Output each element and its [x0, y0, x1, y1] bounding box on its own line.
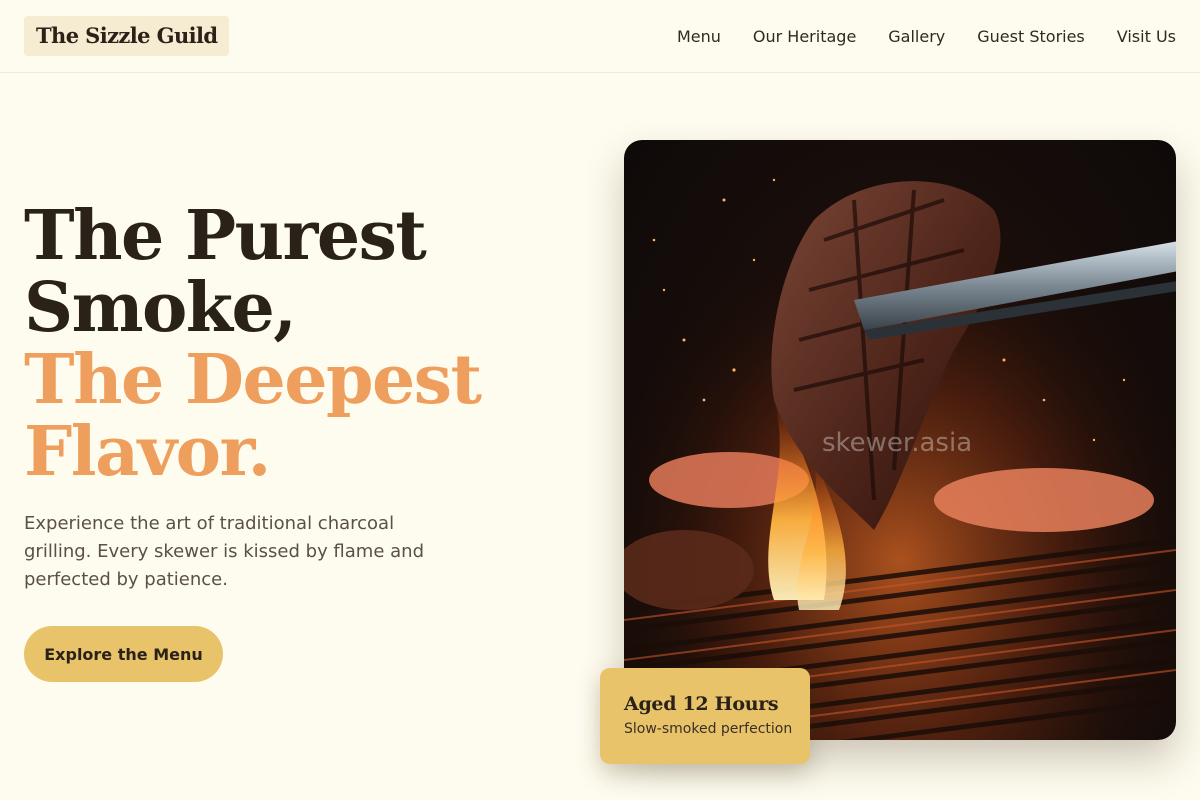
hero-subtitle: Experience the art of traditional charco… [24, 513, 424, 590]
nav-link-gallery[interactable]: Gallery [888, 27, 945, 46]
hero-title-line-4: Flavor. [24, 412, 271, 492]
explore-menu-button[interactable]: Explore the Menu [24, 626, 223, 682]
hero-title-line-3: The Deepest [24, 340, 482, 420]
main-nav: Menu Our Heritage Gallery Guest Stories … [677, 0, 1176, 72]
hero-grill-photo: skewer.asia [624, 140, 1176, 740]
badge-title: Aged 12 Hours [624, 693, 779, 715]
nav-link-heritage[interactable]: Our Heritage [753, 27, 856, 46]
hero-title: The Purest Smoke, The Deepest Flavor. [24, 200, 564, 488]
brand-logo[interactable]: The Sizzle Guild [24, 16, 230, 56]
site-header: The Sizzle Guild Menu Our Heritage Galle… [0, 0, 1200, 73]
nav-link-menu[interactable]: Menu [677, 27, 721, 46]
hero-title-line-2: Smoke, [24, 268, 297, 348]
nav-link-guest-stories[interactable]: Guest Stories [977, 27, 1085, 46]
nav-link-visit-us[interactable]: Visit Us [1117, 27, 1176, 46]
image-watermark: skewer.asia [822, 428, 973, 458]
aged-badge: Aged 12 Hours Slow-smoked perfection [600, 668, 810, 764]
hero-title-line-1: The Purest [24, 196, 427, 276]
badge-subtitle: Slow-smoked perfection [624, 721, 793, 737]
